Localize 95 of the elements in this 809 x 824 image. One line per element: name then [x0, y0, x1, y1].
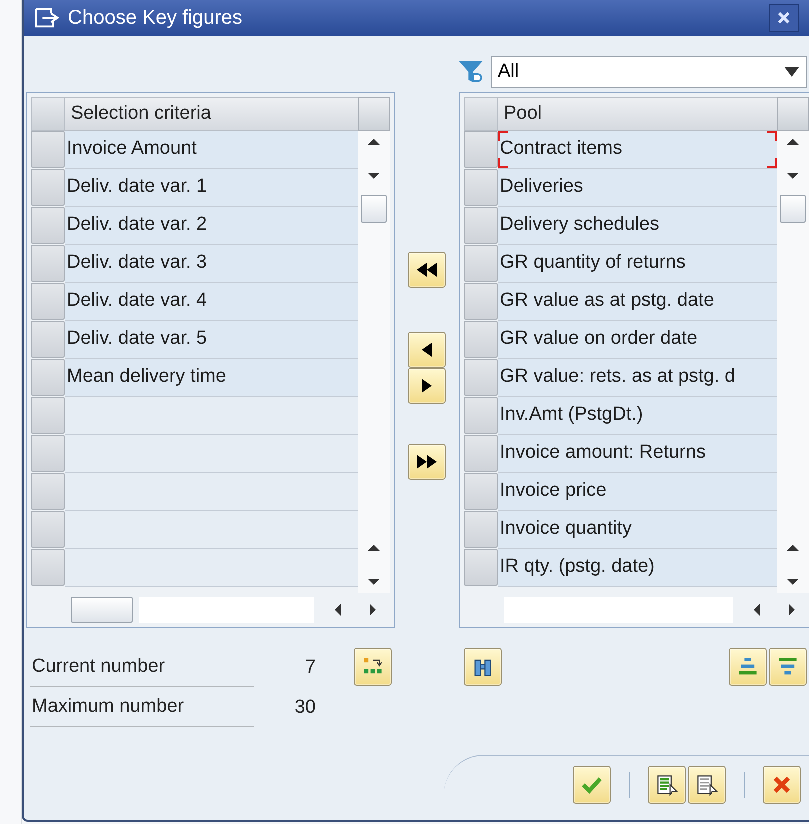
move-all-right-button[interactable]: [408, 444, 446, 480]
table-cell: Deliv. date var. 2: [65, 207, 358, 245]
column-selector[interactable]: [464, 97, 498, 131]
table-cell: Deliv. date var. 5: [65, 321, 358, 359]
scroll-down-icon[interactable]: [367, 171, 381, 181]
scroll-down-icon[interactable]: [786, 171, 800, 181]
right-arrow-icon: [422, 379, 432, 393]
row-selector[interactable]: [464, 473, 498, 510]
move-left-button[interactable]: [408, 332, 446, 368]
field-label: Current number: [30, 649, 254, 687]
align-top-button[interactable]: [769, 648, 807, 686]
close-icon: [777, 11, 791, 25]
select-all-button[interactable]: [648, 766, 686, 804]
row-selector[interactable]: [31, 397, 65, 434]
field-label: Maximum number: [30, 689, 254, 727]
table-cell: Mean delivery time: [65, 359, 358, 397]
table-cell: Invoice Amount: [65, 131, 358, 169]
table-cell: Deliveries: [498, 169, 777, 207]
table-cell: IR qty. (pstg. date): [498, 549, 777, 587]
row-selector[interactable]: [31, 549, 65, 586]
scroll-right-icon[interactable]: [786, 603, 796, 617]
scroll-down-icon[interactable]: [367, 577, 381, 587]
cancel-button[interactable]: [763, 766, 801, 804]
row-selector[interactable]: [31, 511, 65, 548]
close-button[interactable]: [769, 4, 799, 32]
scroll-thumb[interactable]: [780, 195, 806, 223]
scroll-up-icon[interactable]: [367, 137, 381, 147]
table-cell: Deliv. date var. 1: [65, 169, 358, 207]
table-cell: Delivery schedules: [498, 207, 777, 245]
move-right-button[interactable]: [408, 368, 446, 404]
deselect-all-button[interactable]: [688, 766, 726, 804]
row-selector[interactable]: [31, 359, 65, 396]
column-settings-button[interactable]: [777, 97, 809, 131]
layout-button[interactable]: [354, 648, 392, 686]
row-selector[interactable]: [464, 321, 498, 358]
table-cell: Contract items: [498, 131, 777, 169]
row-selector[interactable]: [31, 435, 65, 472]
row-selector[interactable]: [464, 359, 498, 396]
column-header: Pool: [498, 97, 777, 131]
scroll-left-icon[interactable]: [332, 603, 342, 617]
row-selector[interactable]: [31, 321, 65, 358]
find-button[interactable]: [464, 648, 502, 686]
vertical-scrollbar[interactable]: [777, 131, 809, 593]
row-selector[interactable]: [464, 131, 498, 168]
scroll-up-icon[interactable]: [367, 543, 381, 553]
select-all-icon: [656, 774, 678, 796]
scroll-up-icon[interactable]: [786, 543, 800, 553]
scroll-up-icon[interactable]: [786, 137, 800, 147]
cross-icon: [771, 774, 793, 796]
table-cell: GR value on order date: [498, 321, 777, 359]
double-right-arrow-icon: [417, 455, 437, 469]
scroll-thumb[interactable]: [361, 195, 387, 223]
row-selector[interactable]: [31, 131, 65, 168]
row-selector[interactable]: [464, 549, 498, 586]
vertical-scrollbar[interactable]: [358, 131, 390, 593]
table-cell: GR value: rets. as at pstg. d: [498, 359, 777, 397]
row-selector[interactable]: [464, 169, 498, 206]
row-selector[interactable]: [31, 283, 65, 320]
column-settings-button[interactable]: [358, 97, 390, 131]
row-selector[interactable]: [31, 473, 65, 510]
table-cell: Deliv. date var. 4: [65, 283, 358, 321]
scroll-down-icon[interactable]: [786, 577, 800, 587]
row-selector[interactable]: [464, 435, 498, 472]
table-cell: Inv.Amt (PstgDt.): [498, 397, 777, 435]
scroll-left-icon[interactable]: [752, 603, 762, 617]
confirm-button[interactable]: [573, 766, 611, 804]
row-selector[interactable]: [31, 169, 65, 206]
deselect-all-icon: [696, 774, 718, 796]
align-center-button[interactable]: [729, 648, 767, 686]
row-selector[interactable]: [464, 207, 498, 244]
column-selector[interactable]: [31, 97, 65, 131]
dialog-icon: [34, 7, 60, 29]
row-selector[interactable]: [464, 245, 498, 282]
column-header: Selection criteria: [65, 97, 358, 131]
row-selector[interactable]: [464, 397, 498, 434]
row-selector[interactable]: [31, 207, 65, 244]
row-selector[interactable]: [464, 283, 498, 320]
row-selector[interactable]: [31, 245, 65, 282]
double-left-arrow-icon: [417, 263, 437, 277]
move-all-left-button[interactable]: [408, 252, 446, 288]
table-cell: Invoice quantity: [498, 511, 777, 549]
field-value: 30: [294, 696, 316, 720]
left-arrow-icon: [422, 343, 432, 357]
field-value: 7: [304, 656, 316, 680]
caret-icon: [784, 67, 800, 77]
table-cell: GR quantity of returns: [498, 245, 777, 283]
scroll-right-icon[interactable]: [368, 603, 378, 617]
table-cell: Deliv. date var. 3: [65, 245, 358, 283]
row-selector[interactable]: [464, 511, 498, 548]
table-cell: GR value as at pstg. date: [498, 283, 777, 321]
scroll-thumb[interactable]: [71, 597, 133, 623]
filter-dropdown[interactable]: All: [491, 56, 807, 88]
window-title: Choose Key figures: [68, 6, 243, 31]
table-cell: Invoice amount: Returns: [498, 435, 777, 473]
table-cell: Invoice price: [498, 473, 777, 511]
